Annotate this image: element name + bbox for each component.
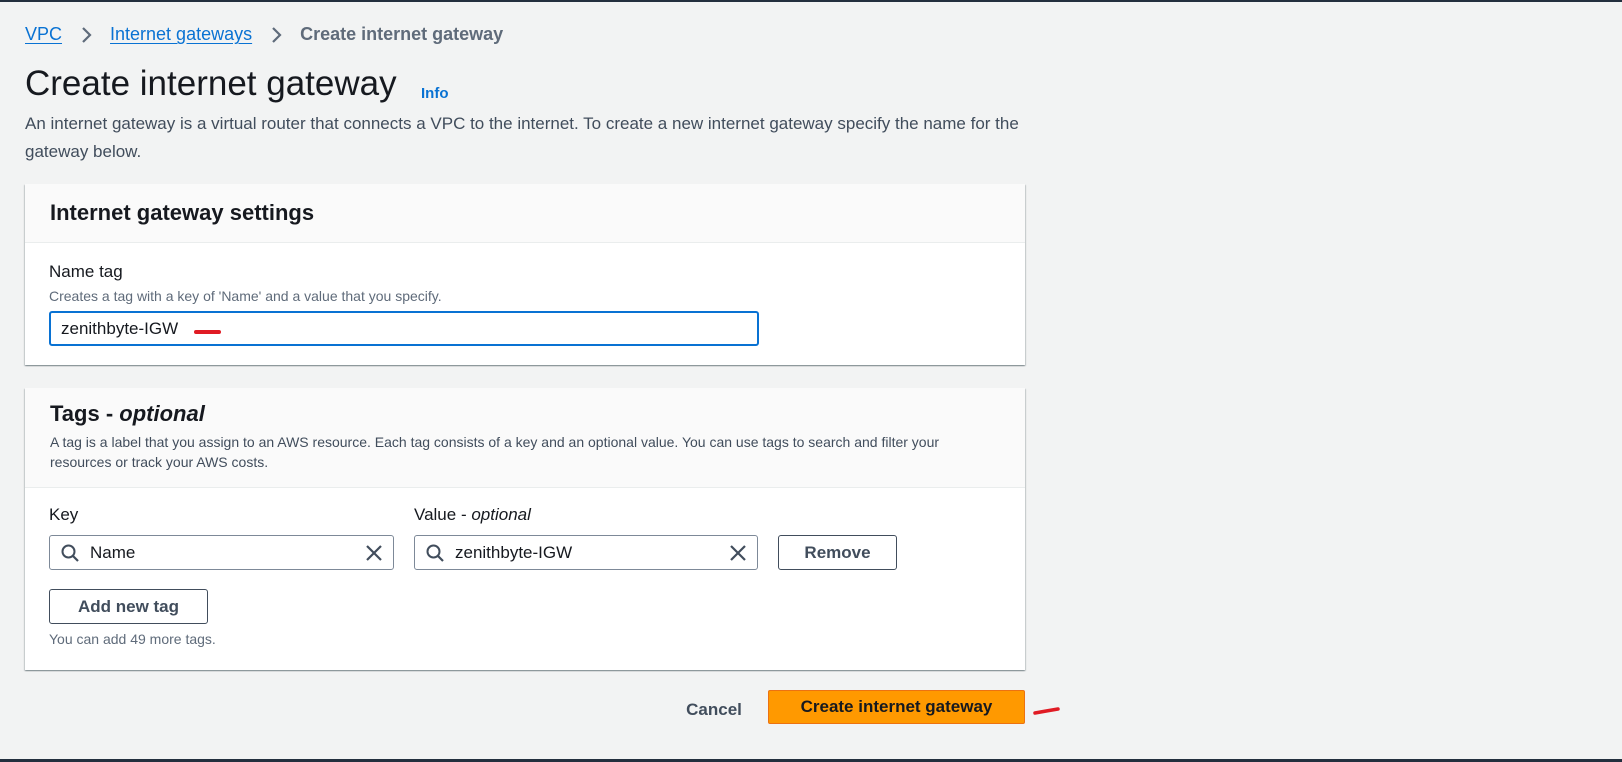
panel-title: Tags - optional: [50, 401, 205, 427]
remove-tag-button[interactable]: Remove: [778, 535, 897, 570]
tag-key-value: Name: [90, 542, 136, 562]
value-label: Value - optional: [414, 505, 531, 525]
panel-header: Internet gateway settings: [25, 184, 1025, 243]
internet-gateway-settings-panel: Internet gateway settings Name tag Creat…: [25, 184, 1025, 365]
search-icon: [426, 544, 444, 562]
name-tag-input[interactable]: [49, 311, 759, 346]
tags-title-text: Tags -: [50, 401, 120, 426]
tag-value-input[interactable]: zenithbyte-IGW: [414, 535, 758, 570]
tags-title-optional: optional: [119, 401, 205, 426]
tag-key-input[interactable]: Name: [49, 535, 394, 570]
info-link[interactable]: Info: [421, 85, 449, 102]
key-label: Key: [49, 505, 79, 524]
tag-value-value: zenithbyte-IGW: [455, 542, 573, 562]
breadcrumb-current: Create internet gateway: [300, 24, 504, 44]
close-icon[interactable]: [727, 542, 749, 564]
panel-header: Tags - optional A tag is a label that yo…: [25, 388, 1025, 488]
cancel-button[interactable]: Cancel: [678, 692, 750, 727]
tags-description: A tag is a label that you assign to an A…: [50, 434, 940, 470]
page-description: An internet gateway is a virtual router …: [25, 114, 1019, 161]
annotation-mark: [1033, 707, 1060, 715]
value-label-optional: optional: [471, 505, 531, 524]
search-icon: [61, 544, 79, 562]
breadcrumb: VPC Internet gateways Create internet ga…: [25, 24, 503, 45]
add-new-tag-button[interactable]: Add new tag: [49, 589, 208, 624]
page-title: Create internet gateway: [25, 64, 397, 103]
breadcrumb-link-vpc[interactable]: VPC: [25, 24, 62, 45]
breadcrumb-link-internet-gateways[interactable]: Internet gateways: [110, 24, 252, 45]
name-tag-description: Creates a tag with a key of 'Name' and a…: [49, 288, 442, 304]
tags-panel: Tags - optional A tag is a label that yo…: [25, 388, 1025, 670]
name-tag-label: Name tag: [49, 262, 123, 281]
chevron-right-icon: [272, 26, 282, 43]
panel-title: Internet gateway settings: [50, 200, 315, 225]
chevron-right-icon: [82, 26, 92, 43]
close-icon[interactable]: [363, 542, 385, 564]
create-internet-gateway-button[interactable]: Create internet gateway: [768, 690, 1025, 724]
annotation-mark: [194, 330, 221, 334]
value-label-text: Value -: [414, 505, 472, 524]
top-border: [0, 0, 1622, 2]
remaining-tags-note: You can add 49 more tags.: [49, 631, 216, 647]
